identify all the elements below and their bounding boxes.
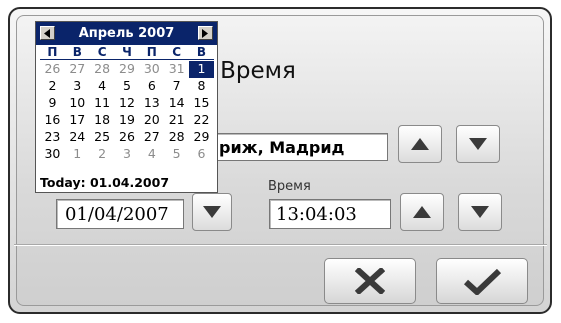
weekday-label: П [47, 45, 58, 59]
calendar-day[interactable]: 27 [139, 129, 164, 146]
weekday-label: В [196, 45, 207, 59]
weekday-label: П [146, 45, 157, 59]
calendar-day[interactable]: 19 [115, 112, 140, 129]
next-month-button[interactable] [198, 26, 213, 40]
timezone-up-button[interactable] [398, 125, 442, 163]
calendar-day[interactable]: 12 [115, 95, 140, 112]
calendar-header: Апрель 2007 [36, 22, 217, 45]
calendar-day[interactable]: 31 [164, 61, 189, 78]
calendar-today-link[interactable]: Today: 01.04.2007 [40, 175, 169, 190]
weekday-label: В [72, 45, 82, 59]
dialog-title: аВремя [206, 58, 296, 84]
calendar-week-row: 16 17 18 19 20 21 22 [40, 112, 214, 129]
arrow-down-icon [203, 206, 221, 218]
triangle-right-icon [202, 28, 208, 38]
calendar-day[interactable]: 26 [40, 61, 65, 78]
calendar-day[interactable]: 21 [164, 112, 189, 129]
calendar-grid: 26 27 28 29 30 31 1 2 3 4 5 6 7 8 9 10 11 12 13 14 15 16 17 18 1… [40, 61, 214, 163]
time-up-button[interactable] [400, 193, 444, 231]
calendar-day[interactable]: 29 [189, 129, 214, 146]
calendar-week-row: 30 1 2 3 4 5 6 [40, 146, 214, 163]
calendar-day[interactable]: 20 [139, 112, 164, 129]
calendar-day[interactable]: 8 [189, 78, 214, 95]
calendar-day[interactable]: 1 [65, 146, 90, 163]
calendar-week-row: 23 24 25 26 27 28 29 [40, 129, 214, 146]
calendar-day[interactable]: 16 [40, 112, 65, 129]
calendar-day[interactable]: 28 [164, 129, 189, 146]
calendar-month-label: Апрель 2007 [78, 26, 175, 41]
calendar-day[interactable]: 3 [65, 78, 90, 95]
calendar-day[interactable]: 15 [189, 95, 214, 112]
calendar-day[interactable]: 24 [65, 129, 90, 146]
calendar-day[interactable]: 22 [189, 112, 214, 129]
time-field[interactable]: 13:04:03 [269, 199, 391, 229]
date-field[interactable]: 01/04/2007 [56, 199, 184, 229]
calendar-day[interactable]: 30 [139, 61, 164, 78]
calendar-day[interactable]: 30 [40, 146, 65, 163]
arrow-down-icon [469, 138, 487, 150]
calendar-day[interactable]: 26 [115, 129, 140, 146]
calendar-day[interactable]: 29 [115, 61, 140, 78]
calendar-day[interactable]: 6 [139, 78, 164, 95]
calendar-day-selected[interactable]: 1 [189, 61, 214, 78]
calendar-day[interactable]: 2 [90, 146, 115, 163]
calendar-day[interactable]: 6 [189, 146, 214, 163]
calendar-day[interactable]: 4 [139, 146, 164, 163]
ok-button[interactable] [436, 258, 528, 304]
calendar-popup: Апрель 2007 ПВСЧПСВ 26 27 28 29 30 31 1 2 3 4 5 6 7 8… [35, 21, 218, 193]
calendar-day[interactable]: 14 [164, 95, 189, 112]
calendar-week-row: 2345678 [40, 78, 214, 95]
calendar-day[interactable]: 13 [139, 95, 164, 112]
weekday-header: ПВСЧПСВ [40, 46, 214, 60]
calendar-day[interactable]: 27 [65, 61, 90, 78]
divider [14, 244, 547, 246]
weekday-label: С [97, 45, 107, 59]
time-label: Время [268, 179, 311, 194]
arrow-up-icon [413, 206, 431, 218]
timezone-field[interactable]: риж, Мадрид [212, 133, 388, 161]
calendar-week-row: 26 27 28 29 30 31 1 [40, 61, 214, 78]
calendar-day[interactable]: 3 [115, 146, 140, 163]
calendar-day[interactable]: 25 [90, 129, 115, 146]
cancel-button[interactable] [324, 258, 416, 304]
calendar-day[interactable]: 11 [90, 95, 115, 112]
calendar-day[interactable]: 28 [90, 61, 115, 78]
calendar-day[interactable]: 2 [40, 78, 65, 95]
weekday-label: Ч [122, 45, 132, 59]
date-dropdown-button[interactable] [192, 193, 232, 231]
timezone-down-button[interactable] [456, 125, 500, 163]
calendar-day[interactable]: 4 [90, 78, 115, 95]
calendar-day[interactable]: 18 [90, 112, 115, 129]
calendar-day[interactable]: 9 [40, 95, 65, 112]
calendar-day[interactable]: 7 [164, 78, 189, 95]
arrow-down-icon [471, 206, 489, 218]
calendar-week-row: 9 10 11 12 13 14 15 [40, 95, 214, 112]
time-down-button[interactable] [458, 193, 502, 231]
calendar-day[interactable]: 10 [65, 95, 90, 112]
checkmark-icon [463, 268, 502, 295]
calendar-day[interactable]: 17 [65, 112, 90, 129]
cross-icon [355, 268, 385, 294]
calendar-day[interactable]: 23 [40, 129, 65, 146]
calendar-day[interactable]: 5 [115, 78, 140, 95]
weekday-label: С [172, 45, 182, 59]
calendar-day[interactable]: 5 [164, 146, 189, 163]
arrow-up-icon [411, 138, 429, 150]
